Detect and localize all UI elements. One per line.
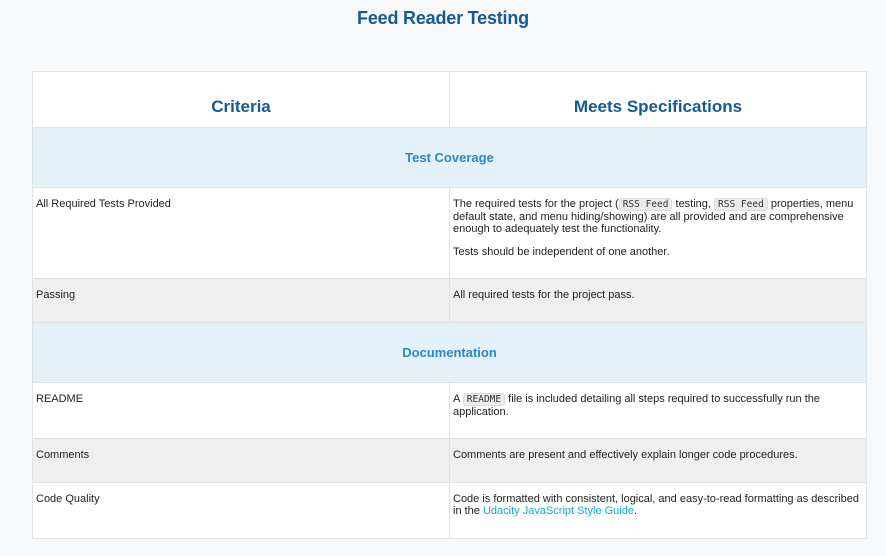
meets-cell: All required tests for the project pass. xyxy=(449,278,867,323)
table-row: Passing All required tests for the proje… xyxy=(32,278,867,323)
meets-specifications-column-header: Meets Specifications xyxy=(449,71,867,128)
meets-cell: Code is formatted with consistent, logic… xyxy=(449,482,867,539)
meets-paragraph: Tests should be independent of one anoth… xyxy=(453,246,670,258)
inline-code: RSS Feed xyxy=(618,198,673,211)
meets-paragraph: The required tests for the project (RSS … xyxy=(453,198,854,235)
section-title: Documentation xyxy=(32,322,867,383)
criteria-cell: README xyxy=(32,382,450,439)
rubric-table: Criteria Meets Specifications Test Cover… xyxy=(32,71,867,539)
meets-cell: The required tests for the project (RSS … xyxy=(449,187,867,279)
table-row: Code Quality Code is formatted with cons… xyxy=(32,482,867,539)
table-header-row: Criteria Meets Specifications xyxy=(32,71,867,128)
section-header-documentation: Documentation xyxy=(32,322,867,383)
style-guide-link[interactable]: Udacity JavaScript Style Guide xyxy=(483,505,634,517)
inline-code: RSS Feed xyxy=(714,198,768,211)
table-row: README A README file is included detaili… xyxy=(32,382,867,439)
table-row: All Required Tests Provided The required… xyxy=(32,187,867,279)
meets-cell: A README file is included detailing all … xyxy=(449,382,867,439)
criteria-cell: All Required Tests Provided xyxy=(32,187,450,279)
meets-cell: Comments are present and effectively exp… xyxy=(449,438,867,483)
criteria-cell: Passing xyxy=(32,278,450,323)
inline-code: README xyxy=(462,393,506,406)
criteria-cell: Comments xyxy=(32,438,450,483)
criteria-cell: Code Quality xyxy=(32,482,450,539)
criteria-column-header: Criteria xyxy=(32,71,450,128)
table-row: Comments Comments are present and effect… xyxy=(32,438,867,483)
section-title: Test Coverage xyxy=(32,127,867,188)
page-title: Feed Reader Testing xyxy=(357,8,529,28)
section-header-test-coverage: Test Coverage xyxy=(32,127,867,188)
